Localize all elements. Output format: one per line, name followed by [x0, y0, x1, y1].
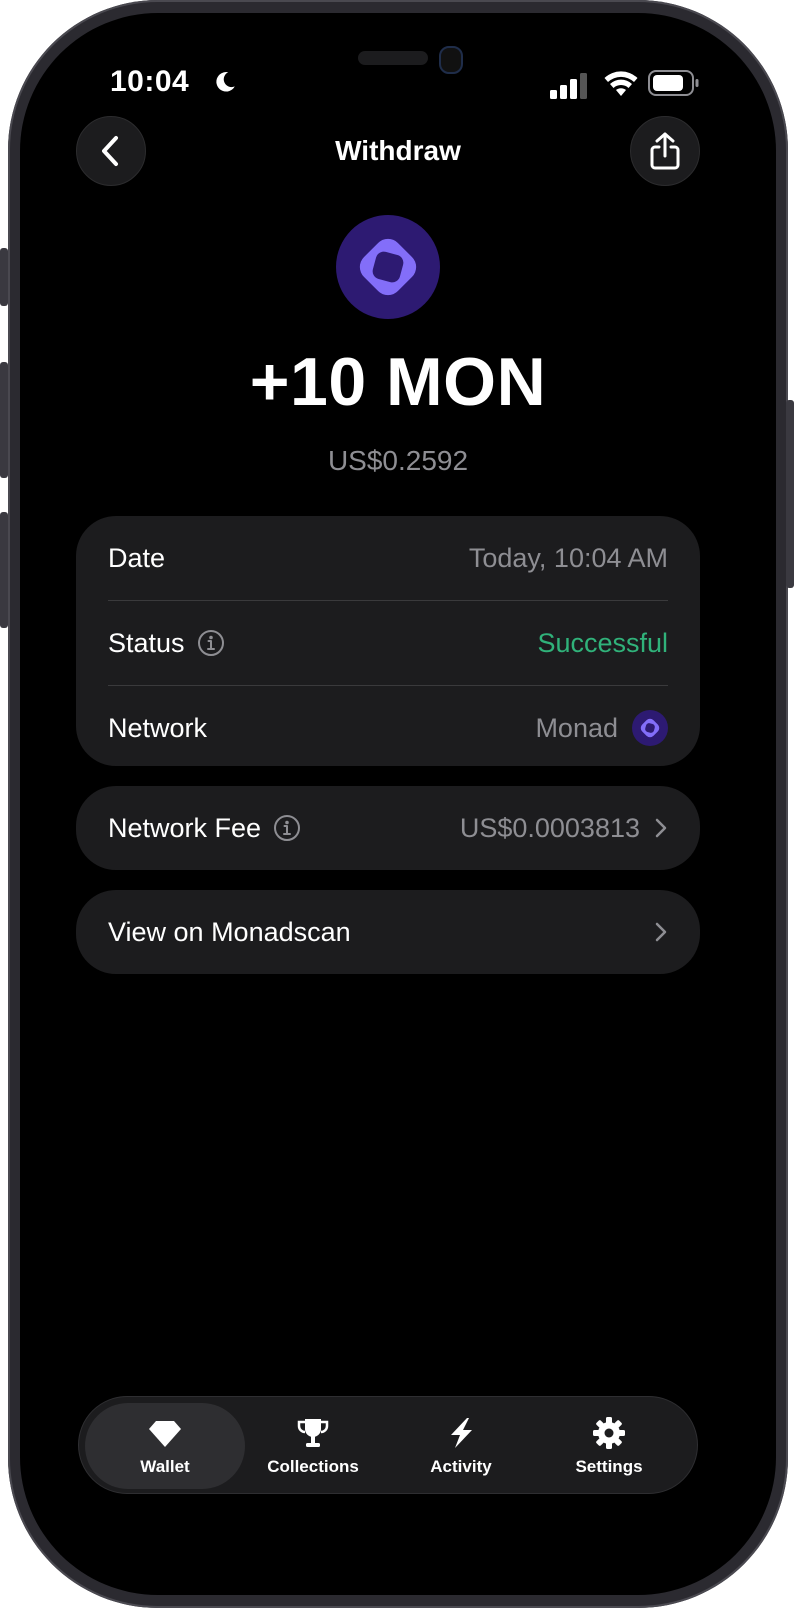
screen: 10:04 Withdraw +10 MON US$0.2592 Date To… — [20, 13, 776, 1595]
action-button — [0, 248, 8, 306]
chevron-right-icon — [655, 818, 667, 838]
date-value: Today, 10:04 AM — [468, 542, 668, 573]
transaction-amount: +10 MON — [249, 344, 547, 420]
status-time: 10:04 — [110, 65, 190, 98]
moon-icon — [216, 72, 235, 92]
dynamic-island — [358, 51, 428, 65]
network-fee-value: US$0.0003813 — [459, 812, 640, 843]
share-button[interactable] — [630, 116, 700, 186]
network-row: Network Monad — [108, 686, 668, 770]
details-card: Date Today, 10:04 AM Status Successful N… — [76, 516, 700, 766]
tab-label: Settings — [575, 1457, 643, 1476]
network-value: Monad — [535, 712, 618, 743]
tab-wallet[interactable]: Wallet — [85, 1403, 245, 1489]
share-icon — [650, 132, 680, 170]
battery-icon — [648, 70, 699, 96]
tab-settings[interactable]: Settings — [529, 1403, 689, 1489]
tab-collections[interactable]: Collections — [233, 1403, 393, 1489]
lightning-icon — [451, 1418, 472, 1448]
status-value: Successful — [537, 627, 668, 658]
view-on-monadscan-label: View on Monadscan — [108, 916, 351, 947]
info-icon[interactable] — [197, 629, 225, 657]
tab-label: Collections — [267, 1457, 359, 1476]
view-on-monadscan-button[interactable]: View on Monadscan — [76, 890, 700, 974]
fiat-value: US$0.2592 — [327, 445, 469, 476]
power-button — [786, 400, 794, 588]
tab-label: Activity — [430, 1457, 492, 1476]
tab-bar: Wallet Collections Activity Settings — [78, 1396, 698, 1494]
volume-down-button — [0, 512, 8, 628]
monad-network-icon — [632, 710, 668, 746]
tab-activity[interactable]: Activity — [381, 1403, 541, 1489]
date-row: Date Today, 10:04 AM — [108, 516, 668, 600]
gear-icon — [593, 1417, 625, 1449]
status-label: Status — [108, 627, 185, 658]
network-fee-row[interactable]: Network Fee US$0.0003813 — [76, 786, 700, 870]
diamond-icon — [149, 1421, 181, 1447]
date-label: Date — [108, 542, 166, 573]
chevron-right-icon — [655, 922, 667, 942]
cellular-signal-icon — [550, 73, 587, 99]
monad-token-logo — [336, 215, 440, 319]
network-label: Network — [108, 712, 208, 743]
monad-logo-icon — [359, 238, 417, 296]
wifi-icon — [604, 71, 638, 96]
trophy-icon — [297, 1419, 329, 1447]
network-fee-label: Network Fee — [108, 812, 262, 843]
status-row: Status Successful — [108, 601, 668, 685]
tab-label: Wallet — [140, 1457, 190, 1476]
info-icon[interactable] — [273, 814, 301, 842]
front-camera — [439, 46, 463, 74]
volume-up-button — [0, 362, 8, 478]
